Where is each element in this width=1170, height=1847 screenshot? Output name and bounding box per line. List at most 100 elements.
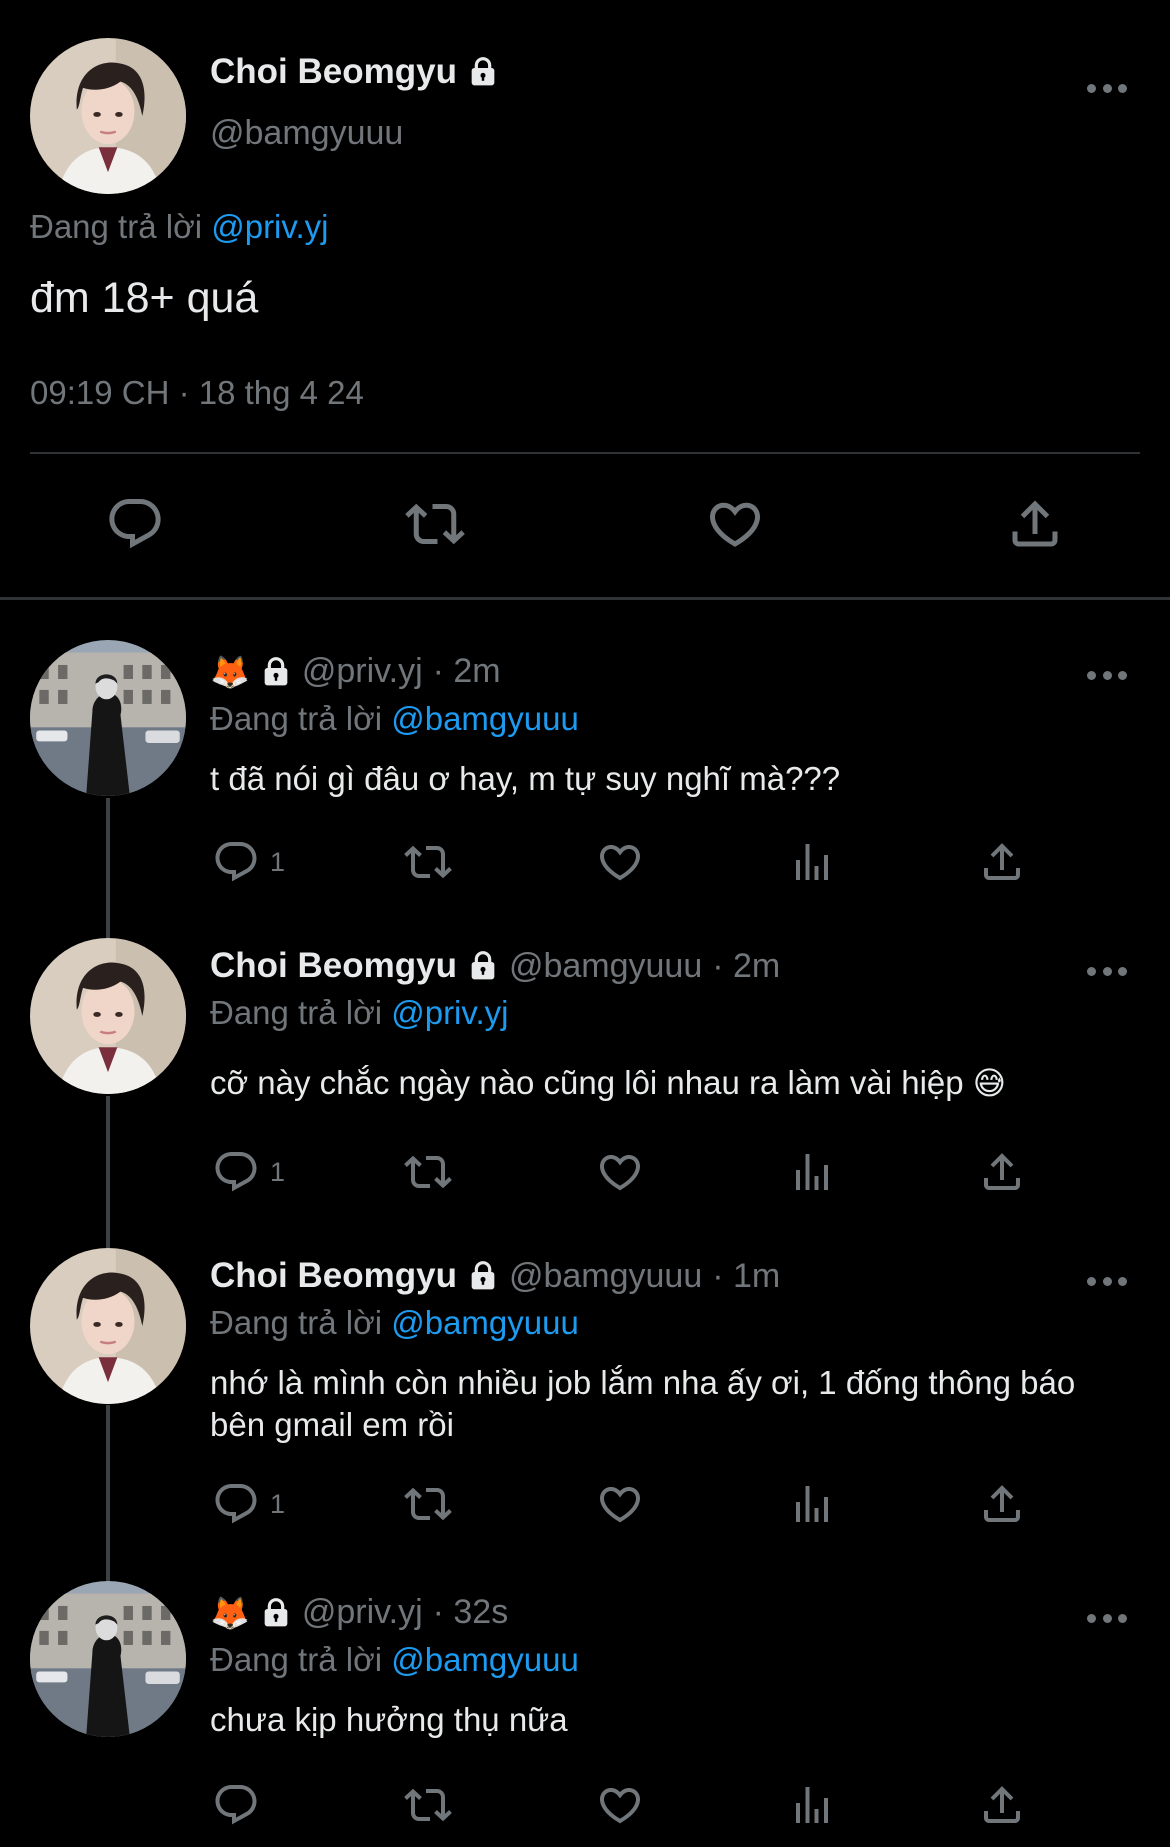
author-handle[interactable]: @bamgyuuu [210,114,403,153]
views-button[interactable] [788,1781,836,1829]
reply-button[interactable]: 1 [212,1480,285,1528]
replying-to-mention[interactable]: @priv.yj [211,208,328,245]
retweet-icon [404,1148,452,1196]
share-button[interactable] [978,1480,1026,1528]
sweat-smile-emoji: 😅 [972,1065,1007,1101]
more-options-icon[interactable] [1087,82,1127,94]
retweet-icon [404,838,452,886]
reply-text-row: cỡ này chắc ngày nào cũng lôi nhau ra là… [210,1062,1110,1104]
share-button[interactable] [978,838,1026,886]
avatar-image [30,1248,186,1404]
replying-to-line: Đang trả lời @priv.yj [210,994,508,1032]
replying-to-mention[interactable]: @priv.yj [391,994,508,1031]
avatar[interactable] [30,38,186,194]
like-button[interactable] [596,1148,644,1196]
avatar-image [30,938,186,1094]
author-name-row[interactable]: Choi Beomgyu [210,52,499,92]
fox-emoji-name[interactable]: 🦊 [210,1597,250,1629]
reply-text: nhớ là mình còn nhiều job lắm nha ấy ơi,… [210,1364,1076,1443]
share-icon [978,1480,1026,1528]
retweet-button[interactable] [400,489,470,559]
retweet-button[interactable] [404,1480,452,1528]
like-button[interactable] [596,838,644,886]
avatar[interactable] [30,1581,186,1737]
more-options-icon[interactable] [1087,1612,1127,1624]
author-handle[interactable]: @priv.yj [302,1593,423,1632]
views-icon [788,1148,836,1196]
like-button[interactable] [596,1781,644,1829]
reply-header: 🦊 @priv.yj · 32s [210,1593,508,1632]
views-icon [788,1480,836,1528]
author-name[interactable]: Choi Beomgyu [210,1256,457,1296]
views-button[interactable] [788,1480,836,1528]
reply-icon [212,1148,260,1196]
reply-icon [105,494,165,554]
author-name[interactable]: Choi Beomgyu [210,946,457,986]
reply-button[interactable]: 1 [212,1148,285,1196]
avatar-image [30,38,186,194]
reply-text: cỡ này chắc ngày nào cũng lôi nhau ra là… [210,1064,964,1101]
share-icon [978,838,1026,886]
reply-icon [212,1480,260,1528]
action-bar [0,1781,1170,1841]
reply-button[interactable] [100,489,170,559]
retweet-icon [404,1480,452,1528]
replying-to-mention[interactable]: @bamgyuuu [391,700,579,737]
like-button[interactable] [596,1480,644,1528]
section-divider [0,597,1170,600]
author-handle[interactable]: @bamgyuuu [509,947,702,986]
action-bar: 1 [0,1148,1170,1208]
share-icon [978,1781,1026,1829]
views-icon [788,1781,836,1829]
retweet-button[interactable] [404,1148,452,1196]
fox-emoji-name[interactable]: 🦊 [210,656,250,688]
like-icon [596,1480,644,1528]
avatar-image [30,1581,186,1737]
reply-time[interactable]: · 2m [433,652,501,691]
reply-time[interactable]: · 2m [712,947,780,986]
views-button[interactable] [788,838,836,886]
reply-icon [212,1781,260,1829]
avatar[interactable] [30,1248,186,1404]
reply-button[interactable] [212,1781,270,1829]
reply-time[interactable]: · 1m [712,1257,780,1296]
like-button[interactable] [700,489,770,559]
like-icon [705,494,765,554]
reply-count: 1 [270,1156,286,1187]
more-options-icon[interactable] [1087,669,1127,681]
action-bar: 1 [0,1480,1170,1540]
lock-icon [467,56,499,88]
replying-to-line: Đang trả lời @bamgyuuu [210,700,579,738]
avatar[interactable] [30,938,186,1094]
avatar-image [30,640,186,796]
reply-time[interactable]: · 32s [433,1593,509,1632]
replying-to-line: Đang trả lời @priv.yj [30,208,328,246]
more-options-icon[interactable] [1087,965,1127,977]
share-button[interactable] [978,1781,1026,1829]
views-button[interactable] [788,1148,836,1196]
like-icon [596,1781,644,1829]
share-icon [1005,494,1065,554]
more-options-icon[interactable] [1087,1275,1127,1287]
tweet-timestamp[interactable]: 09:19 CH · 18 thg 4 24 [30,374,364,412]
replying-prefix: Đang trả lời [210,1641,383,1678]
replying-prefix: Đang trả lời [210,1304,383,1341]
share-button[interactable] [1000,489,1070,559]
author-handle[interactable]: @priv.yj [302,652,423,691]
author-name[interactable]: Choi Beomgyu [210,52,457,92]
action-bar: 1 [0,838,1170,898]
share-button[interactable] [978,1148,1026,1196]
author-handle[interactable]: @bamgyuuu [509,1257,702,1296]
retweet-icon [405,494,465,554]
reply-header: Choi Beomgyu @bamgyuuu · 1m [210,1256,780,1296]
retweet-button[interactable] [404,1781,452,1829]
avatar[interactable] [30,640,186,796]
lock-icon [467,1260,499,1292]
replying-to-mention[interactable]: @bamgyuuu [391,1304,579,1341]
like-icon [596,838,644,886]
reply-button[interactable]: 1 [212,838,285,886]
retweet-button[interactable] [404,838,452,886]
replying-to-mention[interactable]: @bamgyuuu [391,1641,579,1678]
reply-text: chưa kịp hưởng thụ nữa [210,1701,568,1738]
replying-to-line: Đang trả lời @bamgyuuu [210,1641,579,1679]
